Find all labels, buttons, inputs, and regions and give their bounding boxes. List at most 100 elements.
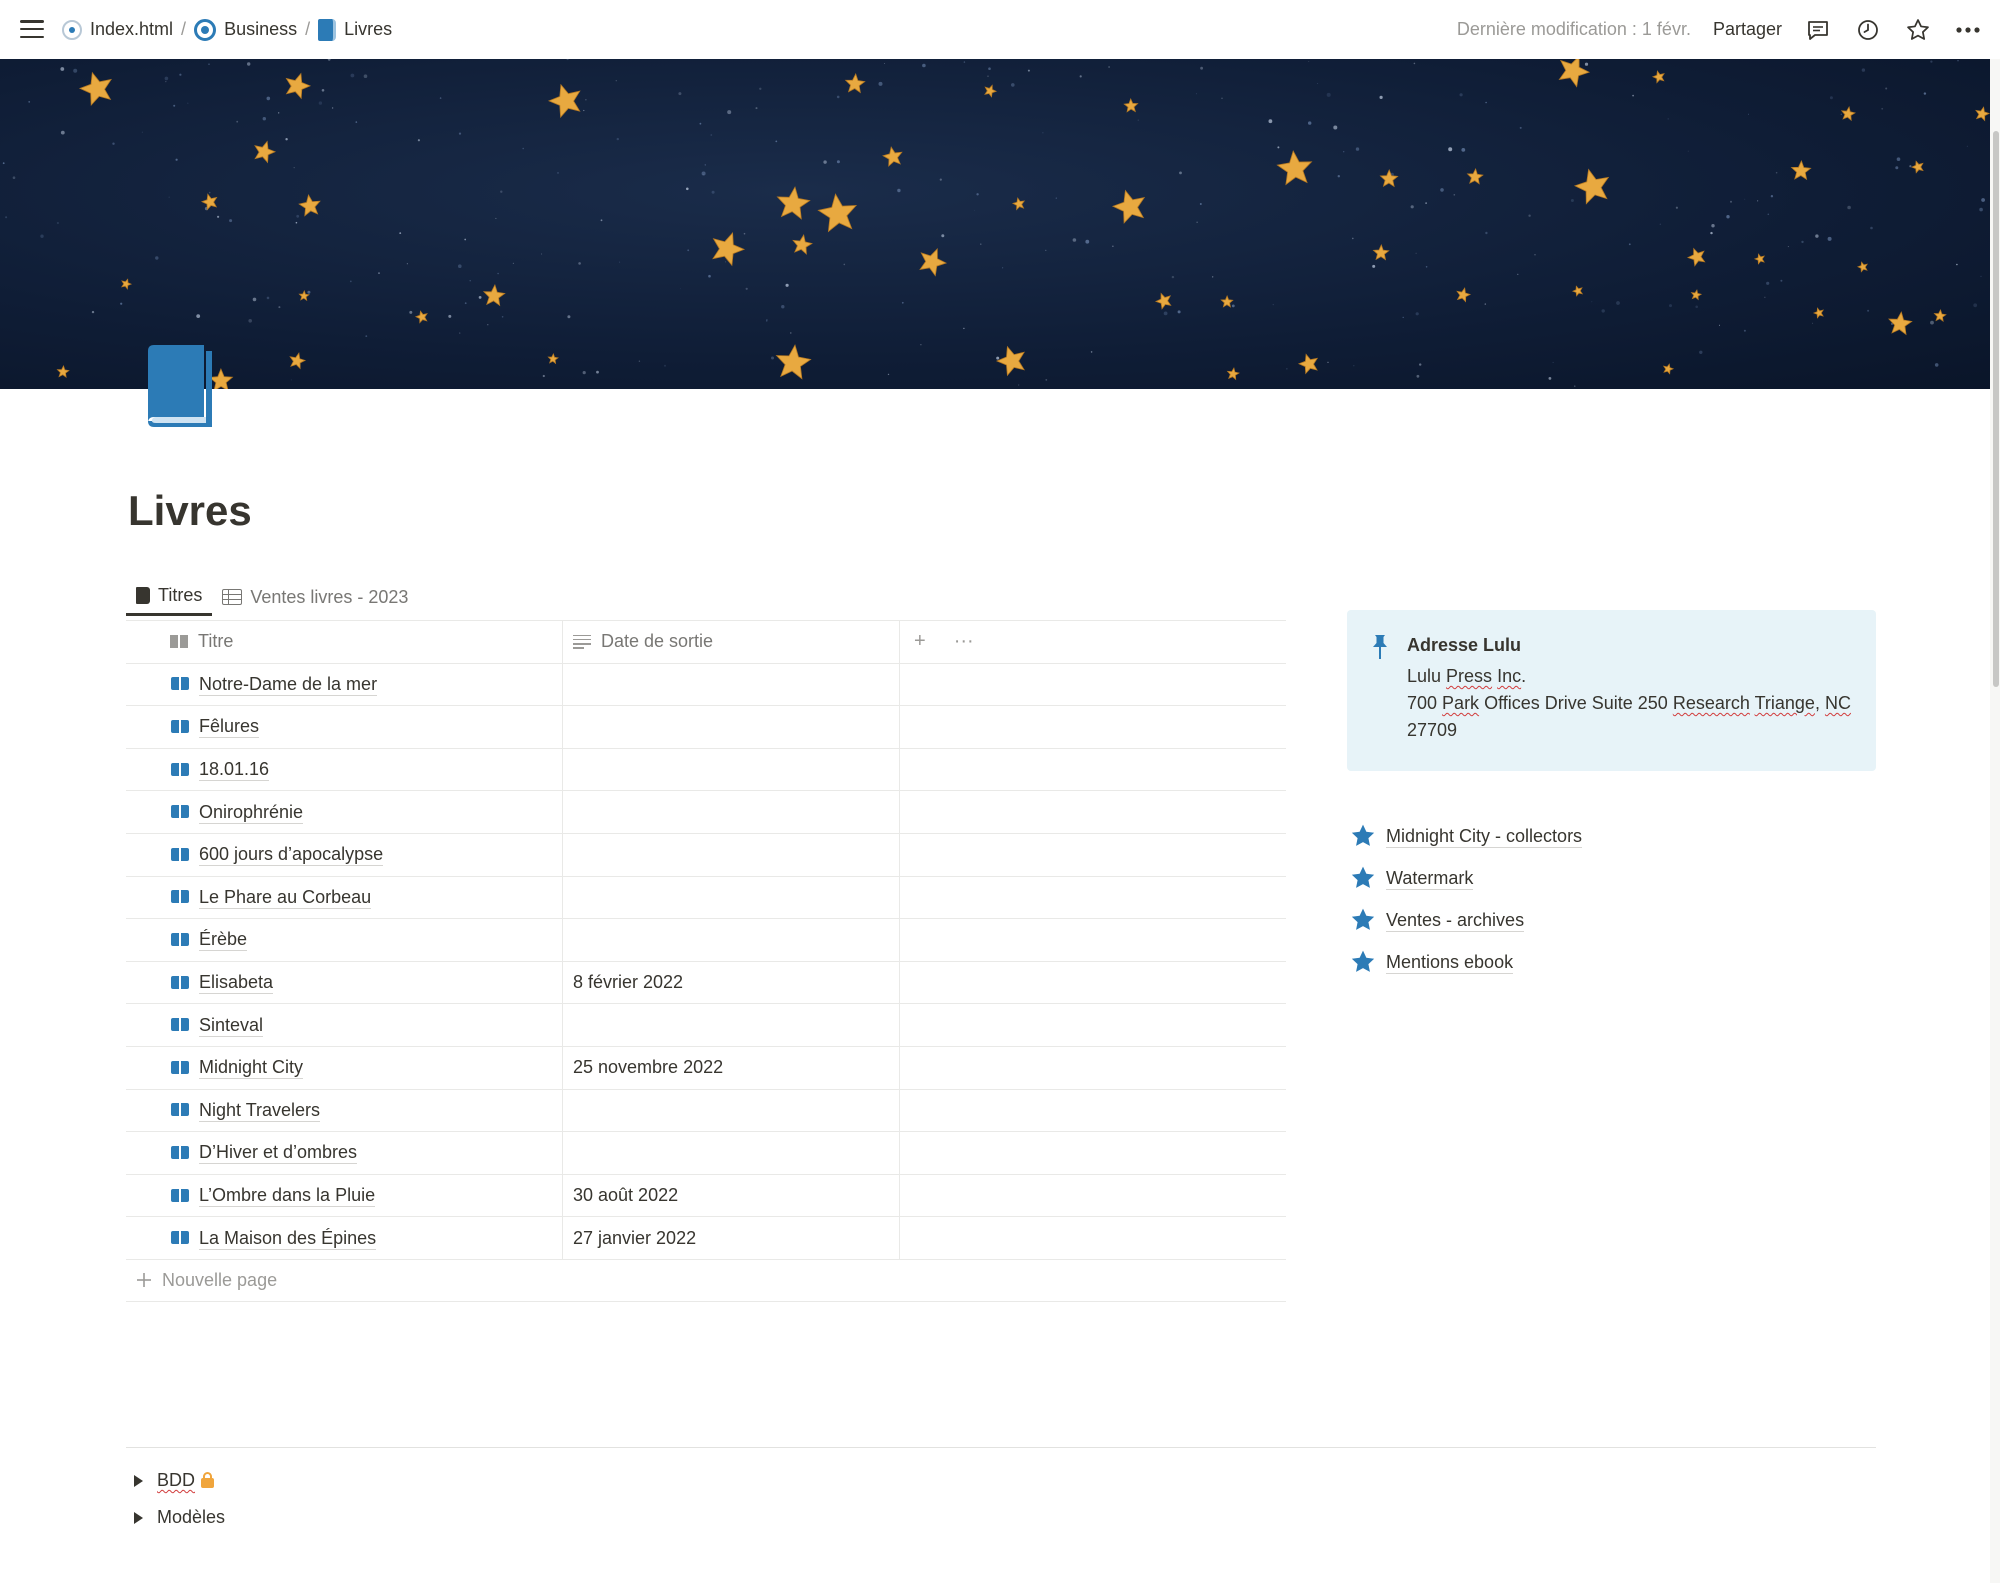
date-cell[interactable] (563, 1004, 900, 1046)
book-title-link[interactable]: Midnight City (199, 1056, 304, 1080)
cover-speck (1425, 202, 1427, 204)
linked-page-item[interactable]: Ventes - archives (1350, 899, 1582, 941)
date-cell[interactable] (563, 1089, 900, 1132)
date-cell[interactable]: 25 novembre 2022 (563, 1046, 900, 1089)
toggle-triangle-icon[interactable] (134, 1474, 143, 1487)
address-callout[interactable]: Adresse Lulu Lulu Press Inc. 700 Park Of… (1347, 610, 1876, 771)
linked-page-item[interactable]: Mentions ebook (1350, 941, 1582, 983)
pushpin-icon (1373, 635, 1387, 659)
page-title[interactable]: Livres (128, 487, 252, 535)
title-cell[interactable]: D’Hiver et d’ombres (126, 1132, 563, 1174)
title-cell[interactable]: Night Travelers (126, 1089, 563, 1132)
empty-cell (900, 749, 1286, 791)
favorite-star-icon[interactable] (1904, 16, 1932, 44)
scrollbar-thumb[interactable] (1993, 131, 1999, 687)
add-property-plus-icon[interactable]: + (914, 630, 926, 653)
title-cell[interactable]: L’Ombre dans la Pluie (126, 1174, 563, 1217)
date-cell[interactable] (563, 791, 900, 833)
linked-page-item[interactable]: Watermark (1350, 857, 1582, 899)
open-book-icon (171, 677, 189, 691)
cover-speck (578, 262, 581, 265)
book-title-link[interactable]: Notre-Dame de la mer (199, 673, 378, 696)
book-title-link[interactable]: La Maison des Épines (199, 1227, 377, 1250)
linked-page-item[interactable]: Midnight City - collectors (1350, 815, 1583, 857)
book-title-link[interactable]: Onirophrénie (199, 801, 304, 824)
cover-star (1690, 289, 1703, 301)
column-header-titre[interactable]: Titre (126, 621, 563, 663)
table-row[interactable]: Érèbe (126, 919, 1286, 962)
date-cell[interactable]: 8 février 2022 (563, 961, 900, 1004)
cover-speck (112, 142, 115, 145)
history-clock-icon[interactable] (1854, 16, 1882, 44)
book-title-link[interactable]: 600 jours d’apocalypse (199, 843, 384, 867)
table-row[interactable]: Elisabeta 8 février 2022 (126, 961, 1286, 1005)
title-cell[interactable]: 18.01.16 (126, 748, 563, 791)
cover-speck (974, 209, 975, 211)
table-row[interactable]: Notre-Dame de la mer (126, 663, 1286, 707)
book-title-link[interactable]: 18.01.16 (199, 758, 270, 782)
more-options-icon[interactable] (1954, 16, 1982, 44)
table-row[interactable]: Midnight City 25 novembre 2022 (126, 1046, 1286, 1090)
book-title-link[interactable]: D’Hiver et d’ombres (199, 1141, 358, 1165)
title-cell[interactable]: La Maison des Épines (126, 1217, 563, 1259)
new-page-button[interactable]: Nouvelle page (126, 1260, 1286, 1302)
table-row[interactable]: L’Ombre dans la Pluie 30 août 2022 (126, 1174, 1286, 1218)
cover-speck (710, 134, 713, 136)
book-title-link[interactable]: Érèbe (199, 928, 248, 952)
cover-speck (1196, 221, 1198, 223)
date-cell[interactable] (563, 748, 900, 791)
title-cell[interactable]: Érèbe (126, 919, 563, 961)
release-date: 25 novembre 2022 (573, 1057, 724, 1078)
title-cell[interactable]: 600 jours d’apocalypse (126, 833, 563, 876)
title-cell[interactable]: Fêlures (126, 706, 563, 748)
tab-titres[interactable]: Titres (126, 578, 213, 616)
date-cell[interactable] (563, 876, 900, 919)
vertical-scrollbar[interactable] (1990, 59, 2000, 1583)
table-row[interactable]: Sinteval (126, 1004, 1286, 1047)
book-title-link[interactable]: Night Travelers (199, 1099, 321, 1122)
title-cell[interactable]: Sinteval (126, 1004, 563, 1046)
table-row[interactable]: Fêlures (126, 706, 1286, 749)
title-cell[interactable]: Elisabeta (126, 961, 563, 1004)
cover-speck (229, 219, 233, 223)
book-title-link[interactable]: Sinteval (199, 1014, 264, 1037)
breadcrumb-item-business[interactable]: Business (190, 15, 301, 45)
date-cell[interactable] (563, 663, 900, 706)
table-row[interactable]: La Maison des Épines 27 janvier 2022 (126, 1217, 1286, 1260)
book-title-link[interactable]: Le Phare au Corbeau (199, 886, 372, 909)
share-button[interactable]: Partager (1713, 19, 1782, 40)
table-row[interactable]: 18.01.16 (126, 748, 1286, 792)
toggle-modeles[interactable]: Modèles (134, 1499, 225, 1536)
tab-ventes-livres[interactable]: Ventes livres - 2023 (212, 578, 418, 616)
date-cell[interactable]: 30 août 2022 (563, 1174, 900, 1217)
column-header-date[interactable]: Date de sortie (563, 621, 900, 663)
title-cell[interactable]: Notre-Dame de la mer (126, 663, 563, 706)
book-title-link[interactable]: Elisabeta (199, 971, 274, 995)
more-options-icon[interactable]: ··· (954, 630, 974, 653)
comment-icon[interactable] (1804, 16, 1832, 44)
table-row[interactable]: Night Travelers (126, 1089, 1286, 1133)
table-row[interactable]: 600 jours d’apocalypse (126, 833, 1286, 877)
breadcrumb-item-index[interactable]: Index.html (58, 15, 177, 44)
date-cell[interactable] (563, 919, 900, 961)
table-row[interactable]: Onirophrénie (126, 791, 1286, 834)
title-cell[interactable]: Onirophrénie (126, 791, 563, 833)
page-book-icon[interactable] (144, 345, 216, 429)
table-body: Notre-Dame de la mer Fêlures 18.01.16 Oniro… (126, 663, 1286, 1260)
date-cell[interactable]: 27 janvier 2022 (563, 1217, 900, 1259)
breadcrumb-item-livres[interactable]: Livres (314, 15, 396, 45)
date-cell[interactable] (563, 706, 900, 748)
toggle-bdd[interactable]: BDD (134, 1462, 225, 1499)
table-row[interactable]: Le Phare au Corbeau (126, 876, 1286, 920)
toggle-triangle-icon[interactable] (134, 1511, 143, 1524)
title-cell[interactable]: Midnight City (126, 1046, 563, 1089)
hamburger-menu-icon[interactable] (18, 17, 46, 41)
cover-speck (941, 234, 945, 238)
date-cell[interactable] (563, 1132, 900, 1174)
date-cell[interactable] (563, 833, 900, 876)
book-title-link[interactable]: Fêlures (199, 715, 260, 739)
title-cell[interactable]: Le Phare au Corbeau (126, 876, 563, 919)
cover-star (882, 146, 903, 167)
table-row[interactable]: D’Hiver et d’ombres (126, 1132, 1286, 1175)
book-title-link[interactable]: L’Ombre dans la Pluie (199, 1184, 376, 1208)
